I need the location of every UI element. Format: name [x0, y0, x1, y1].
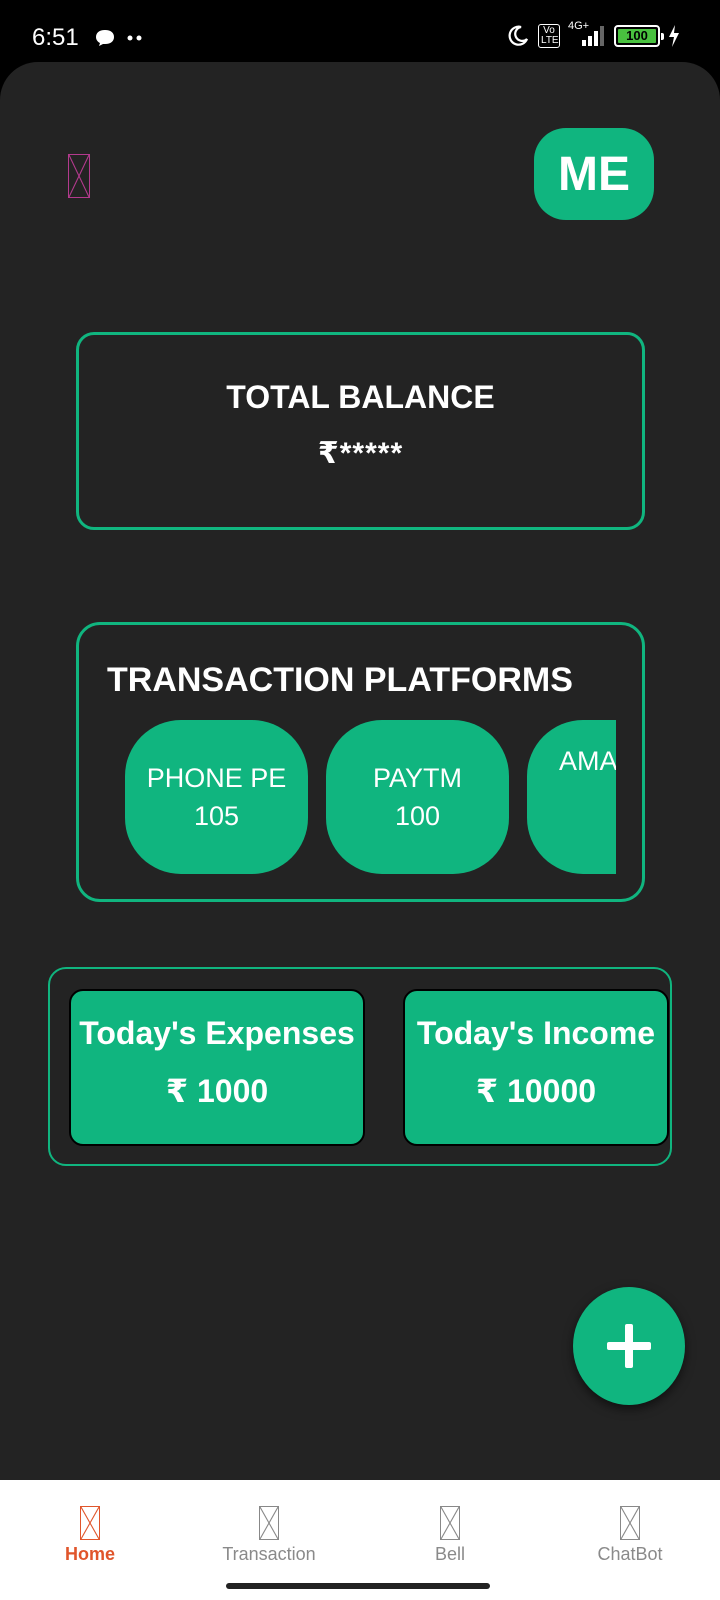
- app-logo-image: [68, 154, 90, 198]
- nav-label: Home: [64, 1544, 115, 1564]
- nav-item-home[interactable]: Home: [10, 1506, 170, 1565]
- battery-level: 100: [618, 29, 656, 43]
- more-dots-icon: [127, 35, 142, 41]
- nav-label: Bell: [434, 1544, 465, 1564]
- add-transaction-button[interactable]: [573, 1287, 685, 1405]
- status-bar: 6:51 Vo LTE 4G+ 100: [0, 0, 720, 62]
- nav-item-transaction[interactable]: Transaction: [189, 1506, 349, 1565]
- platform-amount: 105: [193, 801, 240, 831]
- transaction-platforms-title: TRANSACTION PLATFORMS: [107, 661, 573, 699]
- charging-bolt-icon: [669, 25, 679, 47]
- platform-name-line2: PA: [559, 778, 616, 812]
- do-not-disturb-moon-icon: [508, 25, 529, 46]
- bottom-navigation: Home Transaction Bell ChatBot: [0, 1480, 720, 1600]
- plus-icon: [607, 1324, 651, 1368]
- platform-name: PAYTM: [372, 763, 462, 793]
- volte-badge: Vo LTE: [538, 24, 560, 48]
- platform-amount: 100: [394, 801, 441, 831]
- home-icon: [80, 1506, 100, 1540]
- total-balance-title: TOTAL BALANCE: [226, 379, 495, 415]
- chat-bubble-icon: [96, 30, 114, 46]
- today-expenses-tile[interactable]: Today's Expenses ₹ 1000: [69, 989, 365, 1146]
- nav-item-chatbot[interactable]: ChatBot: [550, 1506, 710, 1565]
- platform-chip-paytm[interactable]: PAYTM 100: [326, 720, 509, 874]
- today-summary-card: Today's Expenses ₹ 1000 Today's Income ₹…: [48, 967, 672, 1166]
- today-expenses-value: ₹ 1000: [165, 1073, 269, 1109]
- home-screen: ME TOTAL BALANCE ₹***** TRANSACTION PLAT…: [0, 62, 720, 1480]
- today-income-tile[interactable]: Today's Income ₹ 10000: [403, 989, 669, 1146]
- transaction-platforms-card: TRANSACTION PLATFORMS PHONE PE 105 PAYTM…: [76, 622, 645, 902]
- home-indicator-bar[interactable]: [226, 1583, 490, 1589]
- status-system-icons: Vo LTE 4G+ 100: [506, 20, 680, 48]
- today-income-label: Today's Income: [416, 1015, 656, 1051]
- platform-amount: 1(: [559, 812, 616, 846]
- signal-icon: 4G+: [568, 20, 606, 48]
- nav-label: ChatBot: [597, 1544, 663, 1564]
- platform-name: PHONE PE: [146, 763, 287, 793]
- bell-icon: [440, 1506, 460, 1540]
- chatbot-icon: [620, 1506, 640, 1540]
- today-expenses-label: Today's Expenses: [79, 1015, 355, 1051]
- transaction-icon: [259, 1506, 279, 1540]
- today-income-value: ₹ 10000: [475, 1073, 597, 1109]
- volte-bottom-text: LTE: [541, 35, 559, 46]
- nav-item-bell[interactable]: Bell: [370, 1506, 530, 1565]
- platform-list[interactable]: PHONE PE 105 PAYTM 100 AMA PA 1(: [125, 720, 616, 874]
- status-notification-icons: [94, 28, 144, 48]
- platform-chip-phonepe[interactable]: PHONE PE 105: [125, 720, 308, 874]
- platform-name: AMA: [559, 746, 616, 776]
- nav-label: Transaction: [222, 1544, 316, 1564]
- battery-icon: 100: [614, 25, 664, 47]
- total-balance-card: TOTAL BALANCE ₹*****: [76, 332, 645, 530]
- total-balance-value[interactable]: ₹*****: [79, 436, 642, 471]
- profile-button[interactable]: ME: [534, 128, 654, 220]
- status-time: 6:51: [32, 24, 79, 51]
- platform-chip-amazon-pay[interactable]: AMA PA 1(: [527, 720, 616, 874]
